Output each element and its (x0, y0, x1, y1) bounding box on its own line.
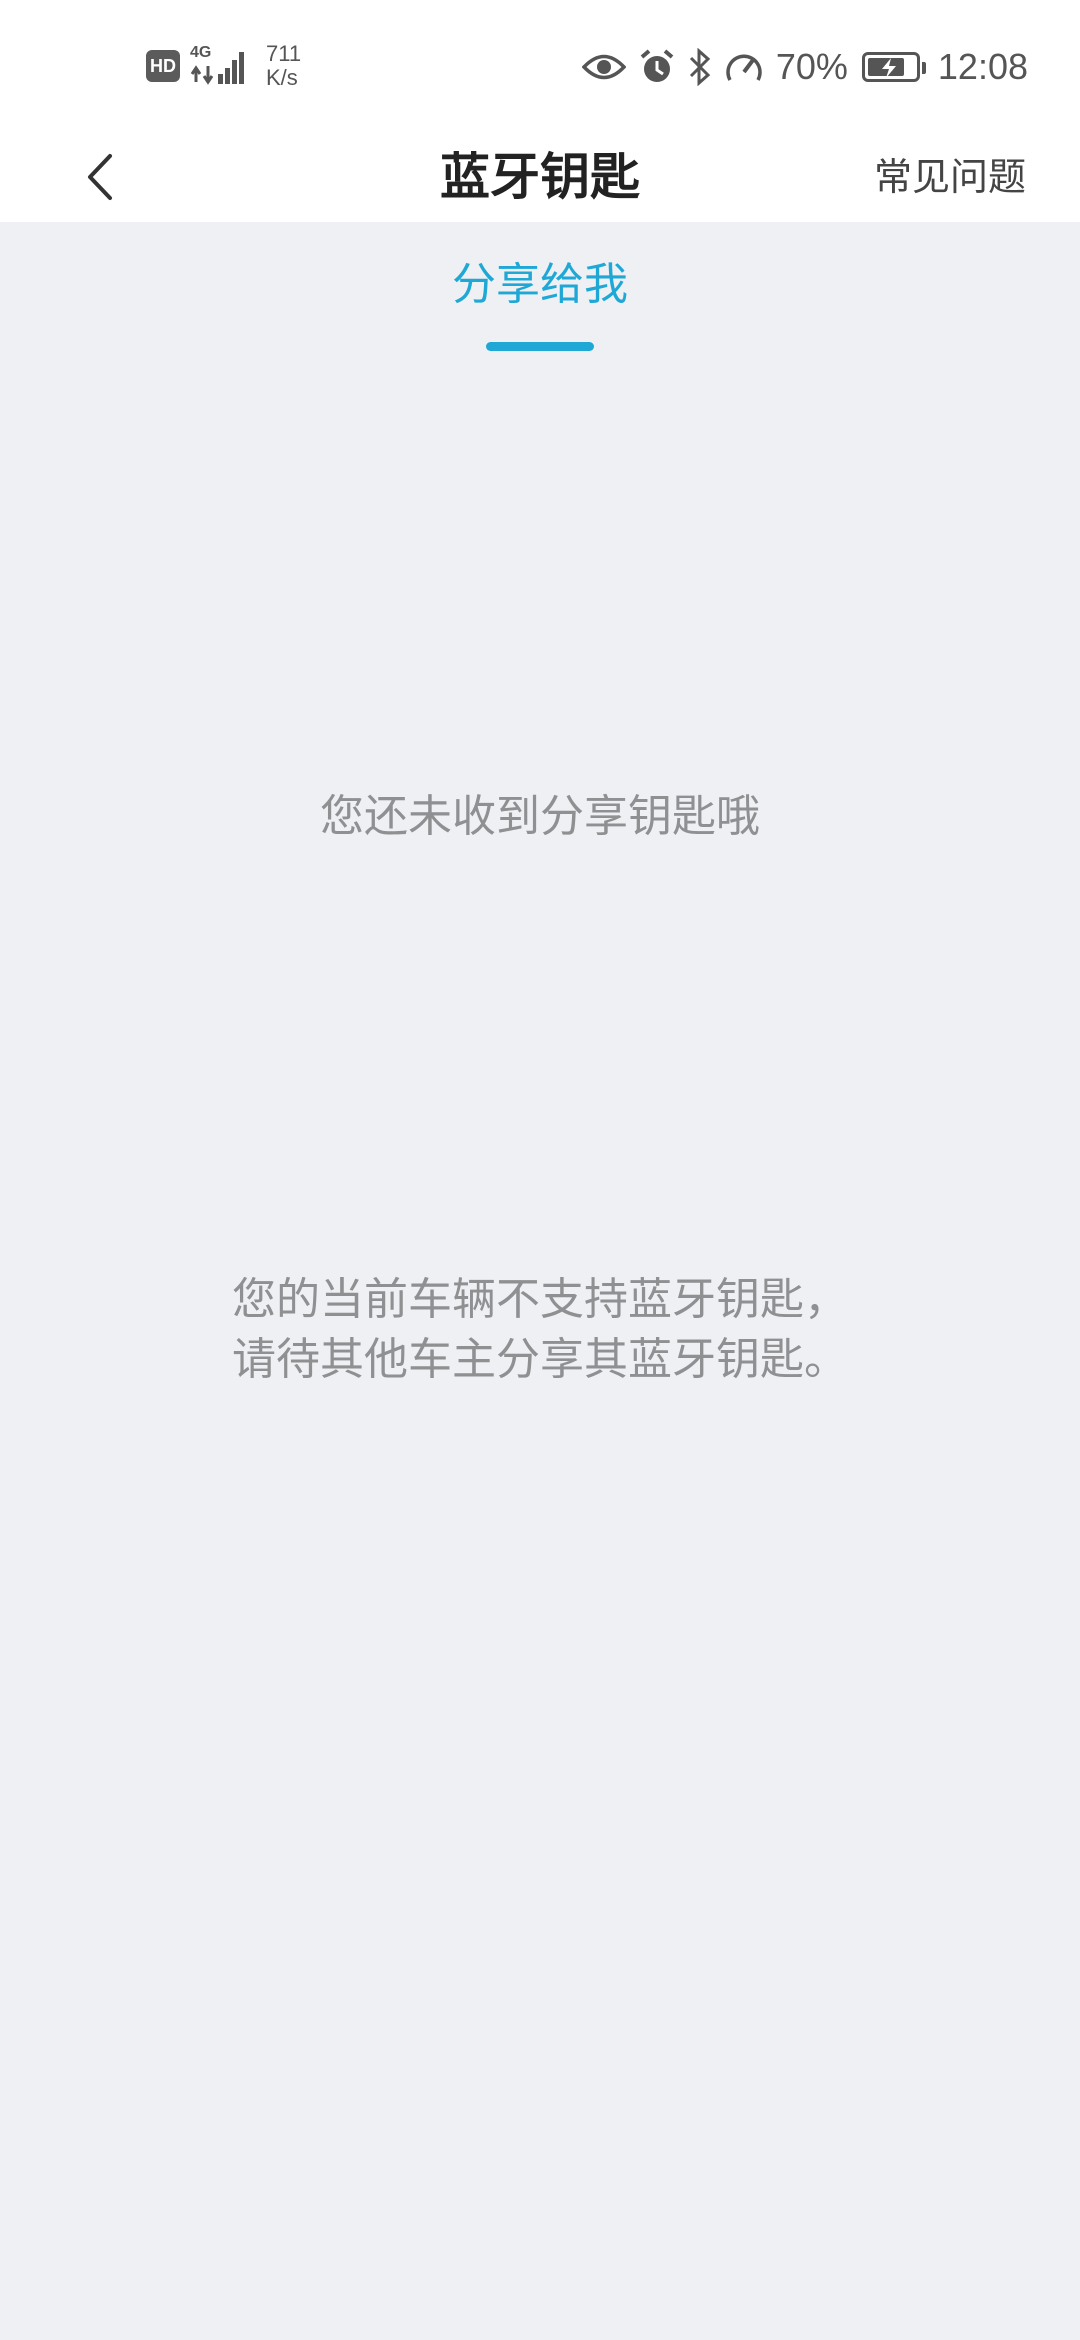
unsupported-line-1: 您的当前车辆不支持蓝牙钥匙， (232, 1274, 848, 1325)
tab-indicator (486, 342, 594, 351)
nav-bar: 蓝牙钥匙 常见问题 (0, 132, 1080, 222)
clock: 12:08 (937, 46, 1028, 87)
battery-percent: 70% (775, 46, 848, 87)
tab-shared-to-me[interactable]: 分享给我 (0, 250, 1080, 320)
alarm-icon (638, 48, 676, 86)
tab-label: 分享给我 (452, 259, 628, 310)
bluetooth-icon (688, 48, 712, 86)
top-bar: HD 4G 711 K/s 70% 12:08 蓝牙钥匙 常见问题 (0, 0, 1080, 222)
unsupported-message: 您的当前车辆不支持蓝牙钥匙， 请待其他车主分享其蓝牙钥匙。 (0, 1270, 1080, 1390)
hd-badge: HD (146, 50, 180, 82)
speed-unit: K/s (266, 65, 298, 90)
empty-state-message: 您还未收到分享钥匙哦 (320, 791, 760, 842)
unsupported-line-2: 请待其他车主分享其蓝牙钥匙。 (232, 1334, 848, 1385)
battery-charging-icon (861, 52, 926, 82)
status-bar-left: HD 4G 711 K/s (146, 38, 301, 94)
speedometer-icon (724, 48, 764, 86)
network-speed: 711 K/s (266, 42, 301, 90)
faq-button[interactable]: 常见问题 (874, 132, 1026, 222)
eye-icon (581, 52, 626, 82)
signal-icon: 4G (190, 44, 250, 88)
status-bar-right: 70% 12:08 (581, 40, 1028, 94)
status-bar: HD 4G 711 K/s 70% 12:08 (0, 0, 1080, 132)
speed-value: 711 (266, 41, 302, 66)
